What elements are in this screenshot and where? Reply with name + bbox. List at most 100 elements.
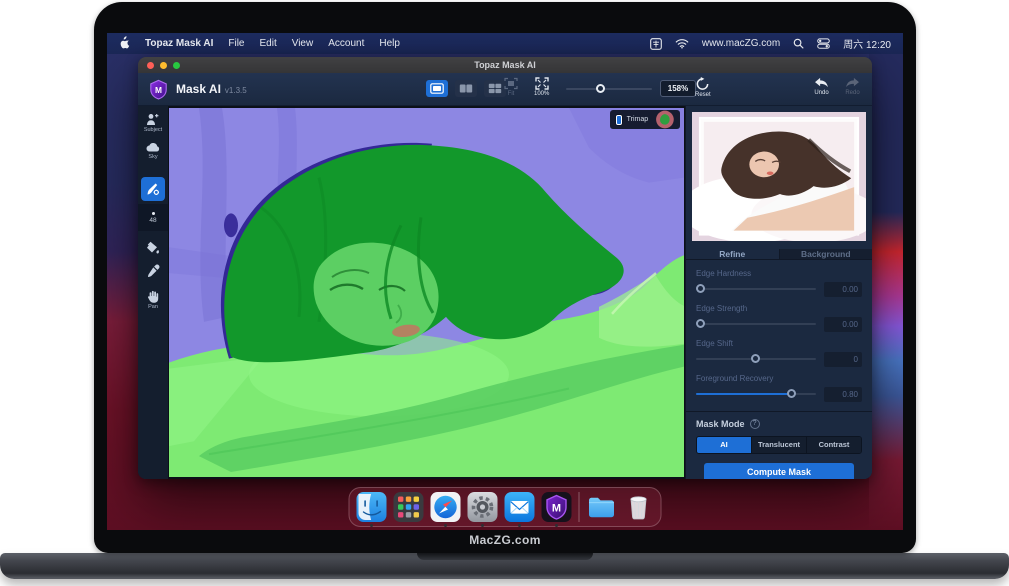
laptop-base <box>0 553 1009 579</box>
foreground-recovery-track[interactable] <box>696 393 816 395</box>
trimap-label: Trimap <box>627 116 649 123</box>
zoom-slider-knob[interactable] <box>596 84 605 93</box>
zoom-value[interactable]: 158% <box>660 80 696 97</box>
panel-tabs: Refine Background <box>686 249 872 260</box>
toolbar-app-name: Mask AI <box>176 82 221 96</box>
fill-bucket-tool[interactable] <box>146 241 160 255</box>
menu-help[interactable]: Help <box>379 38 400 49</box>
dock-finder-icon[interactable] <box>357 492 387 522</box>
dock: M <box>349 487 662 527</box>
apple-menu-icon[interactable] <box>119 36 130 52</box>
spotlight-search-icon[interactable] <box>793 38 804 49</box>
single-view-button[interactable] <box>426 80 448 97</box>
mode-translucent-button[interactable]: Translucent <box>751 437 806 453</box>
edge-hardness-slider: Edge Hardness 0.00 <box>696 269 862 297</box>
mask-mode-section: Mask Mode ? AI Translucent Contrast Comp… <box>686 412 872 479</box>
apple-logo-icon <box>119 36 130 49</box>
svg-text:M: M <box>552 503 561 515</box>
refine-sliders: Edge Hardness 0.00 Edg <box>686 260 872 411</box>
settings-panel: Refine Background Edge Hardness <box>685 106 872 479</box>
pan-tool[interactable]: Pan <box>147 290 159 310</box>
foreground-recovery-value[interactable]: 0.80 <box>824 387 862 402</box>
trimap-masked-image <box>169 108 684 477</box>
fit-zoom-button[interactable]: Fit <box>504 77 518 97</box>
help-icon[interactable]: ? <box>750 419 760 429</box>
edge-shift-value[interactable]: 0 <box>824 352 862 367</box>
quad-view-icon <box>488 83 502 94</box>
brush-size-indicator[interactable]: 48 <box>138 204 168 231</box>
split-view-button[interactable] <box>455 80 477 97</box>
window-title: Topaz Mask AI <box>138 60 872 70</box>
mode-ai-button[interactable]: AI <box>697 437 751 453</box>
reset-icon <box>695 77 710 91</box>
split-view-icon <box>459 83 473 94</box>
redo-button[interactable]: Redo <box>845 77 860 96</box>
fit-icon <box>504 77 518 90</box>
menu-file[interactable]: File <box>228 38 244 49</box>
menu-edit[interactable]: Edit <box>259 38 276 49</box>
window-titlebar[interactable]: Topaz Mask AI <box>138 57 872 73</box>
dock-trash-icon[interactable] <box>624 492 654 522</box>
foreground-recovery-knob[interactable] <box>787 389 796 398</box>
tab-refine[interactable]: Refine <box>686 249 780 259</box>
quad-view-button[interactable] <box>484 80 506 97</box>
trimap-thumbnail-icon <box>653 110 677 129</box>
edge-strength-value[interactable]: 0.00 <box>824 317 862 332</box>
mask-ai-logo-icon: M <box>148 79 169 100</box>
svg-text:M: M <box>155 85 162 95</box>
trimap-toggle[interactable]: Trimap <box>610 110 680 129</box>
preview-photo <box>692 112 866 241</box>
image-canvas[interactable]: Trimap <box>168 106 685 479</box>
zoom-100-button[interactable]: 100% <box>534 77 549 97</box>
menubar-url[interactable]: www.macZG.com <box>702 38 780 49</box>
edge-hardness-knob[interactable] <box>696 284 705 293</box>
brush-size-dot <box>152 212 155 215</box>
redo-icon <box>845 77 860 89</box>
dock-mask-ai-icon[interactable]: M <box>542 492 572 522</box>
eyedropper-tool[interactable] <box>147 264 160 277</box>
dock-mail-icon[interactable] <box>505 492 535 522</box>
menu-view[interactable]: View <box>292 38 314 49</box>
eyedropper-icon <box>147 264 160 277</box>
sky-tool[interactable]: Sky <box>146 142 160 160</box>
menubar-app-name[interactable]: Topaz Mask AI <box>145 38 213 49</box>
edge-hardness-track[interactable] <box>696 288 816 290</box>
edge-shift-knob[interactable] <box>751 354 760 363</box>
dock-launchpad-icon[interactable] <box>394 492 424 522</box>
zoom-slider[interactable] <box>566 88 652 90</box>
reset-button[interactable]: Reset <box>695 77 711 98</box>
undo-button[interactable]: Undo <box>814 77 829 96</box>
mode-contrast-button[interactable]: Contrast <box>806 437 861 453</box>
dock-folder-icon[interactable] <box>587 492 617 522</box>
tab-background[interactable]: Background <box>780 249 873 259</box>
edge-strength-knob[interactable] <box>696 319 705 328</box>
edge-hardness-value[interactable]: 0.00 <box>824 282 862 297</box>
mask-mode-label: Mask Mode <box>696 419 745 429</box>
toolbar-version: v1.3.5 <box>225 86 247 95</box>
macbook-mockup: Topaz Mask AI File Edit View Account Hel… <box>0 0 1009 586</box>
edge-shift-track[interactable] <box>696 358 816 360</box>
bezel-brand-text: MacZG.com <box>94 533 916 547</box>
wifi-icon[interactable] <box>675 38 689 49</box>
dock-system-preferences-icon[interactable] <box>468 492 498 522</box>
brush-tool[interactable] <box>141 177 165 201</box>
compute-mask-button[interactable]: Compute Mask <box>704 463 854 479</box>
undo-icon <box>814 77 829 89</box>
zoom-100-icon <box>535 77 549 90</box>
menubar-clock[interactable]: 周六 12:20 <box>843 36 891 51</box>
single-view-icon <box>430 83 444 94</box>
wallpaper-color-bands <box>869 33 903 530</box>
app-window-topaz-mask-ai: Topaz Mask AI M Mask AI v1.3.5 <box>138 57 872 479</box>
control-center-icon[interactable] <box>817 38 830 49</box>
view-mode-buttons <box>426 80 506 97</box>
original-image-preview[interactable] <box>692 112 866 241</box>
screen: Topaz Mask AI File Edit View Account Hel… <box>107 33 903 530</box>
subject-tool[interactable]: Subject <box>144 113 162 133</box>
menu-account[interactable]: Account <box>328 38 364 49</box>
laptop-screen: Topaz Mask AI File Edit View Account Hel… <box>94 2 916 553</box>
edge-strength-track[interactable] <box>696 323 816 325</box>
dock-safari-icon[interactable] <box>431 492 461 522</box>
trimap-checkbox-icon[interactable] <box>616 115 621 125</box>
sky-cloud-icon <box>146 142 160 153</box>
input-method-icon[interactable] <box>650 38 662 50</box>
